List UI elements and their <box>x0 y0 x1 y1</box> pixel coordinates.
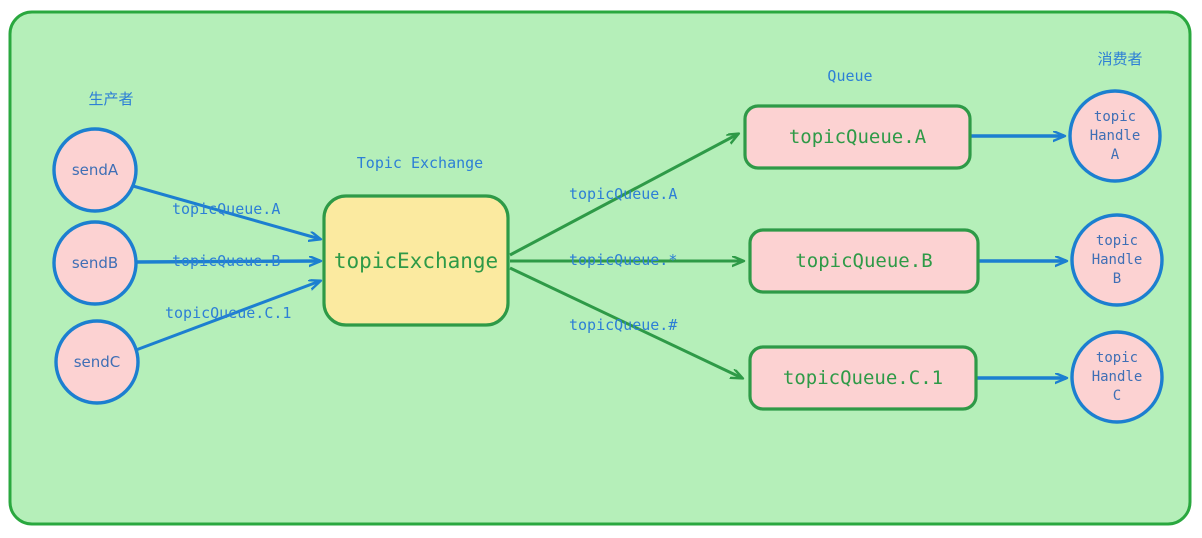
consumer-node-topicHandleC[interactable] <box>1070 330 1164 424</box>
consumer-node-topicHandleB[interactable] <box>1070 213 1164 307</box>
exchange-node[interactable] <box>322 194 510 327</box>
producer-node-sendC[interactable] <box>54 319 140 405</box>
diagram-canvas: 生产者 Topic Exchange Queue 消费者 sendA sendB… <box>0 0 1202 538</box>
queue-node-topicQueueB[interactable] <box>748 228 980 294</box>
outer-frame <box>8 10 1192 526</box>
producer-node-sendA[interactable] <box>52 127 138 213</box>
diagram-vector-layer <box>8 10 1192 526</box>
consumer-node-topicHandleA[interactable] <box>1068 89 1162 183</box>
queue-node-topicQueueA[interactable] <box>743 104 972 170</box>
producer-node-sendB[interactable] <box>52 220 138 306</box>
queue-node-topicQueueC1[interactable] <box>748 345 978 411</box>
edge-sendB-exchange <box>135 261 320 262</box>
